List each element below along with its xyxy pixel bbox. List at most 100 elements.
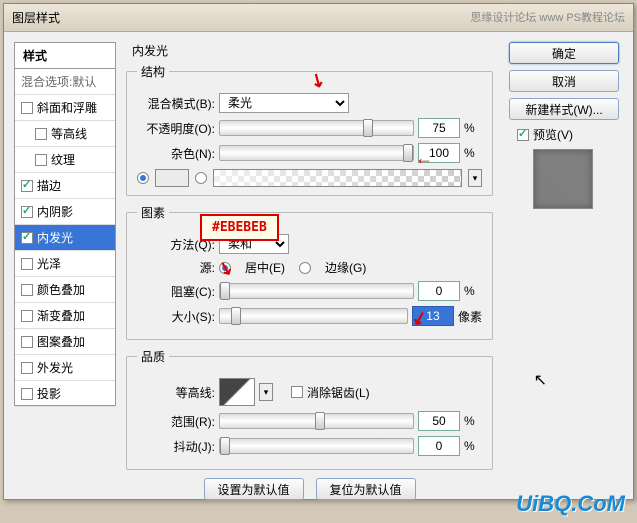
style-item-label: 渐变叠加: [37, 307, 85, 324]
style-checkbox[interactable]: [21, 388, 33, 400]
noise-slider[interactable]: [219, 145, 414, 161]
reset-default-button[interactable]: 复位为默认值: [316, 478, 416, 500]
hex-annotation: #EBEBEB: [200, 214, 279, 241]
style-item-label: 纹理: [51, 151, 75, 168]
style-checkbox[interactable]: [21, 206, 33, 218]
cancel-button[interactable]: 取消: [509, 70, 619, 92]
style-item-图案叠加[interactable]: 图案叠加: [15, 329, 115, 355]
structure-legend: 结构: [137, 63, 169, 80]
color-swatch[interactable]: [155, 169, 189, 187]
style-checkbox[interactable]: [21, 232, 33, 244]
style-item-label: 投影: [37, 385, 61, 402]
preview-label: 预览(V): [533, 126, 573, 143]
preview-checkbox[interactable]: [517, 129, 529, 141]
range-label: 范围(R):: [137, 413, 215, 430]
quality-legend: 品质: [137, 348, 169, 365]
elements-legend: 图素: [137, 204, 169, 221]
style-checkbox[interactable]: [21, 284, 33, 296]
jitter-input[interactable]: 0: [418, 436, 460, 456]
style-item-label: 颜色叠加: [37, 281, 85, 298]
opacity-input[interactable]: 75: [418, 118, 460, 138]
style-checkbox[interactable]: [21, 336, 33, 348]
source-edge-label: 边缘(G): [325, 259, 366, 276]
opacity-label: 不透明度(O):: [137, 120, 215, 137]
styles-list: 混合选项:默认 斜面和浮雕等高线纹理描边内阴影内发光光泽颜色叠加渐变叠加图案叠加…: [14, 68, 116, 406]
source-label: 源:: [137, 259, 215, 276]
style-item-渐变叠加[interactable]: 渐变叠加: [15, 303, 115, 329]
antialias-checkbox[interactable]: [291, 386, 303, 398]
contour-picker[interactable]: [219, 378, 255, 406]
style-item-内阴影[interactable]: 内阴影: [15, 199, 115, 225]
style-item-颜色叠加[interactable]: 颜色叠加: [15, 277, 115, 303]
source-edge-radio[interactable]: [299, 262, 311, 274]
gradient-radio[interactable]: [195, 172, 207, 184]
style-item-描边[interactable]: 描边: [15, 173, 115, 199]
gradient-dropdown-icon[interactable]: ▾: [468, 169, 482, 187]
structure-group: 结构 混合模式(B): 柔光 不透明度(O): 75 % 杂色(N): 100 …: [126, 63, 493, 196]
jitter-slider[interactable]: [219, 438, 414, 454]
style-item-label: 描边: [37, 177, 61, 194]
titlebar[interactable]: 图层样式 思缘设计论坛 www PS教程论坛: [4, 4, 633, 32]
color-radio[interactable]: [137, 172, 149, 184]
source-center-radio[interactable]: [219, 262, 231, 274]
size-label: 大小(S):: [137, 308, 215, 325]
style-item-label: 斜面和浮雕: [37, 99, 97, 116]
style-checkbox[interactable]: [35, 128, 47, 140]
range-slider[interactable]: [219, 413, 414, 429]
blend-mode-select[interactable]: 柔光: [219, 93, 349, 113]
style-checkbox[interactable]: [21, 258, 33, 270]
quality-group: 品质 等高线: ▾ 消除锯齿(L) 范围(R): 50 % 抖动(J):: [126, 348, 493, 470]
styles-header: 样式: [14, 42, 116, 68]
preview-thumbnail: [533, 149, 593, 209]
gradient-preview[interactable]: [213, 169, 462, 187]
style-item-内发光[interactable]: 内发光: [15, 225, 115, 251]
opacity-slider[interactable]: [219, 120, 414, 136]
contour-dropdown-icon[interactable]: ▾: [259, 383, 273, 401]
style-checkbox[interactable]: [21, 180, 33, 192]
new-style-button[interactable]: 新建样式(W)...: [509, 98, 619, 120]
right-panel: 确定 取消 新建样式(W)... 预览(V): [503, 42, 623, 489]
style-checkbox[interactable]: [21, 362, 33, 374]
dialog-title: 图层样式: [12, 4, 60, 32]
settings-panel: 内发光 结构 混合模式(B): 柔光 不透明度(O): 75 % 杂色(N): …: [116, 42, 503, 489]
style-item-外发光[interactable]: 外发光: [15, 355, 115, 381]
watermark: UiBQ.CoM: [516, 491, 625, 517]
noise-input[interactable]: 100: [418, 143, 460, 163]
cursor-icon: ↖: [534, 370, 547, 390]
style-item-label: 等高线: [51, 125, 87, 142]
style-item-label: 内发光: [37, 229, 73, 246]
contour-label: 等高线:: [137, 384, 215, 401]
style-item-光泽[interactable]: 光泽: [15, 251, 115, 277]
source-center-label: 居中(E): [245, 259, 285, 276]
percent-label: %: [464, 121, 482, 135]
style-checkbox[interactable]: [21, 102, 33, 114]
size-input[interactable]: 13: [412, 306, 454, 326]
size-slider[interactable]: [219, 308, 408, 324]
style-checkbox[interactable]: [21, 310, 33, 322]
styles-panel: 样式 混合选项:默认 斜面和浮雕等高线纹理描边内阴影内发光光泽颜色叠加渐变叠加图…: [14, 42, 116, 489]
percent-label: %: [464, 414, 482, 428]
jitter-label: 抖动(J):: [137, 438, 215, 455]
style-checkbox[interactable]: [35, 154, 47, 166]
blend-mode-label: 混合模式(B):: [137, 95, 215, 112]
percent-label: %: [464, 146, 482, 160]
make-default-button[interactable]: 设置为默认值: [204, 478, 304, 500]
style-item-斜面和浮雕[interactable]: 斜面和浮雕: [15, 95, 115, 121]
percent-label: %: [464, 284, 482, 298]
choke-slider[interactable]: [219, 283, 414, 299]
style-item-label: 外发光: [37, 359, 73, 376]
ok-button[interactable]: 确定: [509, 42, 619, 64]
blend-default-item[interactable]: 混合选项:默认: [15, 69, 115, 95]
choke-input[interactable]: 0: [418, 281, 460, 301]
style-item-投影[interactable]: 投影: [15, 381, 115, 407]
choke-label: 阻塞(C):: [137, 283, 215, 300]
style-item-等高线[interactable]: 等高线: [15, 121, 115, 147]
style-item-label: 内阴影: [37, 203, 73, 220]
style-item-label: 光泽: [37, 255, 61, 272]
style-item-label: 图案叠加: [37, 333, 85, 350]
style-item-纹理[interactable]: 纹理: [15, 147, 115, 173]
percent-label: %: [464, 439, 482, 453]
noise-label: 杂色(N):: [137, 145, 215, 162]
range-input[interactable]: 50: [418, 411, 460, 431]
credits-text: 思缘设计论坛 www PS教程论坛: [470, 4, 625, 32]
